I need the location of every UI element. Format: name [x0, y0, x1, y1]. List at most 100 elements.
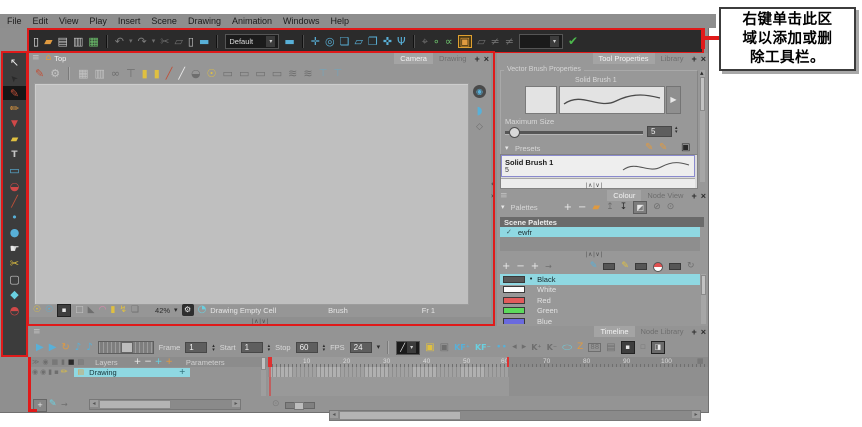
tab-drawing[interactable]: Drawing	[433, 53, 473, 64]
dropper-tool-icon[interactable]: ◆	[10, 289, 18, 300]
redo-dropdown-icon[interactable]: ▾	[152, 38, 156, 45]
add-drawing-layer-button[interactable]: +	[155, 358, 163, 367]
layer-eye-icon[interactable]: ◉	[32, 369, 38, 376]
brush-tool-icon[interactable]: ✎	[10, 88, 19, 99]
layers-icon[interactable]: ❏	[131, 306, 139, 315]
expose-minus-icon[interactable]: K⁻	[547, 344, 557, 352]
black-bg-toggle[interactable]: ▪	[57, 304, 71, 317]
layer-solo-icon[interactable]: ◉	[40, 369, 46, 376]
camera-view-mode-icon[interactable]: ◉	[473, 85, 486, 98]
colour-row-black[interactable]: • Black	[500, 274, 700, 285]
tab-camera[interactable]: Camera	[394, 53, 433, 64]
play-button[interactable]: ▶	[36, 343, 44, 353]
menu-scene[interactable]: Scene	[151, 16, 177, 26]
tab-node-view[interactable]: Node View	[641, 190, 689, 201]
ease-icon[interactable]: Z	[577, 343, 583, 352]
add-view-button[interactable]: +	[472, 54, 481, 64]
remove-layer-button[interactable]: −	[144, 358, 152, 367]
lock-icon[interactable]: ▮	[142, 68, 148, 79]
onion-prev-icon[interactable]: ▭	[223, 68, 233, 79]
stamp-tool-icon[interactable]: ▼	[11, 120, 18, 129]
green-check-icon[interactable]: ✔	[568, 35, 578, 47]
paint-unpainted-icon[interactable]: ◒	[191, 68, 201, 79]
lightning-icon[interactable]: ↯	[119, 306, 127, 315]
colour-row-green[interactable]: Green	[500, 306, 700, 317]
deformation-preset-select[interactable]: ▾	[519, 34, 563, 49]
menu-drawing[interactable]: Drawing	[188, 16, 221, 26]
panel-menu-icon[interactable]: ≡	[33, 328, 41, 337]
fill-colour-swatch[interactable]	[635, 263, 647, 270]
rigging-tool-icon[interactable]: ⌖	[422, 36, 428, 47]
sound-scrub-button[interactable]: ♪	[86, 343, 92, 353]
refresh-spinner-icon[interactable]: ◔	[198, 305, 207, 315]
transform-tool-icon[interactable]: ✜	[383, 36, 392, 47]
fps-dropdown-icon[interactable]: ▾	[377, 344, 381, 351]
show-palette-list-button[interactable]: ◩	[633, 201, 647, 214]
home-icon[interactable]: ⌂	[46, 54, 52, 63]
palettes-collapse-icon[interactable]: ▾	[501, 204, 505, 211]
translate-tool-icon[interactable]: ✛	[311, 36, 320, 47]
remove-palette-icon[interactable]: −	[578, 203, 586, 213]
scene-marker-icon[interactable]: ▤	[606, 343, 615, 353]
deformation-icon[interactable]: ▱	[477, 36, 485, 47]
render-play-button[interactable]: ▶	[49, 343, 57, 353]
new-preset-icon[interactable]: ✎	[645, 143, 653, 153]
inverse-kinematics-icon[interactable]: Ψ	[397, 36, 406, 47]
scrollbar[interactable]	[701, 274, 706, 324]
show-deformers-icon[interactable]: ∘	[433, 36, 440, 47]
panel-menu-icon[interactable]: ≡	[500, 192, 508, 201]
thumbnail-icon[interactable]: ▣	[425, 343, 434, 353]
onion-skin-icon[interactable]: ∞	[111, 68, 120, 79]
rotate-canvas2-icon[interactable]: ≋	[303, 68, 312, 79]
scale-tool-icon[interactable]: ❏	[340, 36, 350, 47]
workspace-select[interactable]: Default ▾	[225, 34, 279, 49]
undo-icon[interactable]: ↶	[115, 36, 124, 47]
presets-collapse-icon[interactable]: ▾	[505, 145, 509, 152]
lock-column-icon[interactable]: ▮	[61, 359, 65, 366]
maximum-size-spinner[interactable]: ▴▾	[675, 126, 678, 134]
menu-animation[interactable]: Animation	[232, 16, 272, 26]
add-view-button[interactable]: +	[689, 327, 698, 337]
menu-help[interactable]: Help	[331, 16, 350, 26]
close-view-button[interactable]: ×	[699, 327, 708, 337]
outline-toggle[interactable]: □	[75, 306, 84, 315]
start-spinner[interactable]: ▴▾	[268, 344, 271, 352]
onion-prev2-icon[interactable]: ▭	[239, 68, 249, 79]
sound-display-icon[interactable]: ▣	[440, 343, 449, 353]
zoom-level[interactable]: 42%	[155, 306, 170, 315]
add-parameter-icon[interactable]: +	[179, 368, 186, 376]
zoom-dropdown-icon[interactable]: ▾	[174, 307, 178, 314]
splitter-collapse-icons[interactable]: ∣∧∣∨∣	[251, 318, 269, 325]
preset-item-selected[interactable]: Solid Brush 1 5	[501, 155, 695, 177]
lasso-icon[interactable]: ◠	[99, 306, 107, 315]
remove-colour-icon[interactable]: −	[516, 262, 524, 272]
layer-lock-icon[interactable]: ▮	[48, 369, 52, 376]
rename-preset-icon[interactable]: ✎	[659, 143, 667, 153]
link-palette-icon[interactable]: ▰	[592, 203, 600, 213]
add-marker-icon[interactable]: ⊤	[319, 69, 328, 79]
rectangle-tool-icon[interactable]: ▭	[9, 165, 19, 176]
playhead[interactable]	[268, 357, 272, 367]
ink-tool-icon[interactable]: ◓	[10, 305, 20, 316]
line-style-select[interactable]: ╱▾	[396, 341, 420, 355]
rotate-tool-icon[interactable]: ◎	[325, 36, 335, 47]
add-peg-button[interactable]: +	[165, 358, 173, 367]
small-cell-toggle[interactable]: ▫	[640, 343, 646, 352]
lock-add-icon[interactable]: ▮	[154, 68, 160, 79]
layer-colour-icon[interactable]: ▪	[54, 369, 59, 376]
skew-tool-icon[interactable]: ▱	[354, 36, 362, 47]
redo-icon[interactable]: ↷	[137, 36, 146, 47]
maximum-size-slider-handle[interactable]	[509, 127, 520, 138]
deformation-selected-icon[interactable]: ▣	[458, 35, 472, 48]
colour-row-white[interactable]: White	[500, 285, 700, 296]
line-colour-icon[interactable]: ✎	[590, 262, 598, 271]
data-view-icon[interactable]: ▦	[51, 359, 58, 366]
pencil-tool-icon[interactable]: ✏	[10, 103, 19, 114]
stop-field[interactable]: 60	[296, 342, 318, 353]
undo-dropdown-icon[interactable]: ▾	[129, 38, 133, 45]
half-cell-toggle[interactable]: ◨	[651, 341, 665, 354]
hand-tool-icon[interactable]: ●	[10, 227, 20, 238]
frame-marker-icon[interactable]: ≠	[491, 36, 500, 47]
transform-tool-icon[interactable]: ➤	[9, 72, 21, 84]
save-icon[interactable]: ▤	[58, 36, 68, 47]
